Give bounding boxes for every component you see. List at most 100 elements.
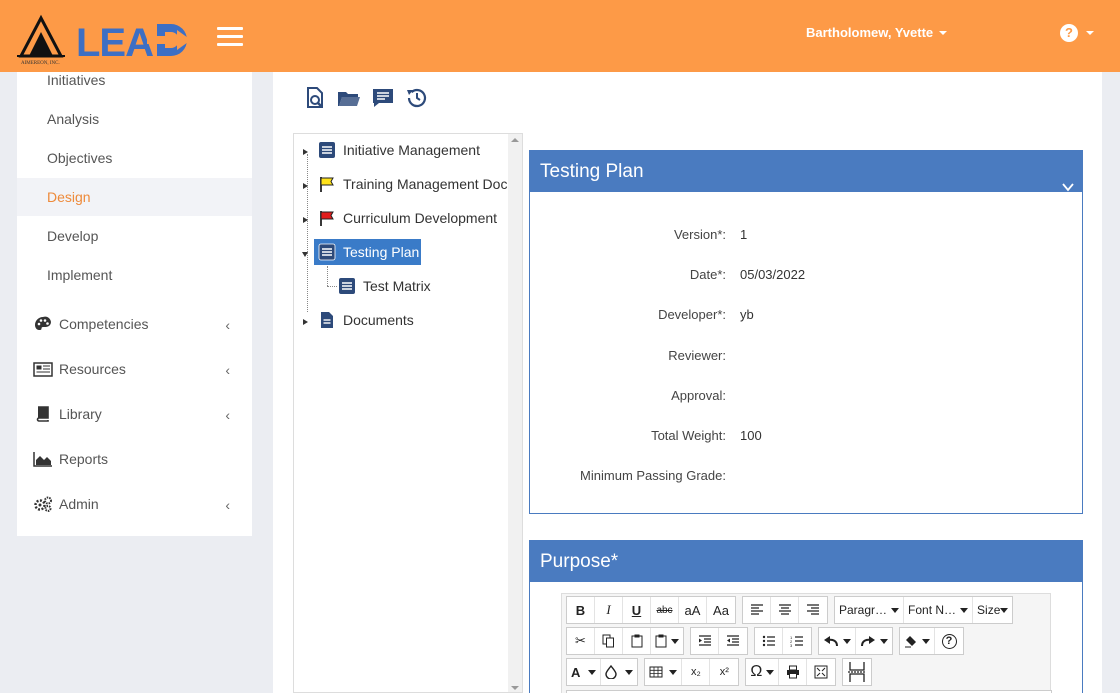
testing-plan-card: Testing Plan Version*: 1 Date*: 05/03/20… <box>529 150 1083 514</box>
align-right-button[interactable] <box>799 597 827 623</box>
remove-format-button[interactable] <box>900 628 935 654</box>
chevron-down-icon <box>1086 31 1094 35</box>
bullet-list-icon <box>762 635 775 647</box>
field-minimum-passing-grade: Minimum Passing Grade: <box>530 465 1084 485</box>
field-label: Date*: <box>689 267 726 282</box>
tree-node-testing-plan[interactable]: Testing Plan <box>314 239 422 265</box>
document-tree: Initiative Management Training Managemen… <box>293 133 523 693</box>
tree-node-test-matrix[interactable]: Test Matrix <box>338 273 431 299</box>
tree-node-label: Training Management Doc <box>343 176 508 192</box>
card-title: Purpose* <box>540 551 619 572</box>
expand-icon[interactable] <box>303 149 308 155</box>
open-folder-icon[interactable] <box>337 86 361 110</box>
special-character-dropdown[interactable]: Ω <box>746 659 780 685</box>
copy-button[interactable] <box>595 628 623 654</box>
scroll-down-icon[interactable] <box>511 686 519 690</box>
card-header: Testing Plan <box>530 151 1082 192</box>
tree-node-label: Documents <box>343 312 414 328</box>
chevron-down-icon[interactable] <box>1062 166 1074 192</box>
tree-node-label: Testing Plan <box>343 244 420 260</box>
bullet-list-button[interactable] <box>755 628 783 654</box>
font-name-dropdown[interactable]: Font N… <box>904 597 974 623</box>
sidebar-item-resources[interactable]: Resources ‹ <box>17 349 252 389</box>
palette-icon <box>33 316 53 332</box>
expand-icon[interactable] <box>303 319 308 325</box>
subscript-button[interactable]: x₂ <box>682 659 711 685</box>
paste-button[interactable] <box>623 628 651 654</box>
font-size-dropdown[interactable]: Size <box>973 597 1012 623</box>
titlecase-button[interactable]: Aa <box>707 597 735 623</box>
purpose-card: Purpose* B I U abc aA Aa Paragr… Font N…… <box>529 540 1083 693</box>
fullscreen-button[interactable] <box>807 659 835 685</box>
collapse-icon[interactable] <box>302 252 308 257</box>
tree-node-documents[interactable]: Documents <box>318 307 414 333</box>
dropdown-label: Size <box>977 603 1001 617</box>
droplet-icon <box>605 665 618 679</box>
scroll-up-icon[interactable] <box>511 138 519 142</box>
comments-icon[interactable] <box>371 86 395 110</box>
underline-button[interactable]: U <box>623 597 651 623</box>
undo-button[interactable] <box>819 628 856 654</box>
redo-button[interactable] <box>856 628 892 654</box>
document-list-icon <box>318 141 336 159</box>
printer-icon <box>786 665 799 679</box>
sidebar-item-label: Competencies <box>59 316 149 332</box>
sidebar-item-implement[interactable]: Implement <box>17 256 252 294</box>
paragraph-format-dropdown[interactable]: Paragr… <box>835 597 905 623</box>
user-menu-dropdown[interactable]: Bartholomew, Yvette <box>806 25 948 40</box>
expand-icon[interactable] <box>303 217 308 223</box>
menu-toggle-button[interactable] <box>217 27 243 47</box>
sidebar-item-label: Library <box>59 406 102 422</box>
sidebar-item-competencies[interactable]: Competencies ‹ <box>17 304 252 344</box>
field-label: Minimum Passing Grade: <box>580 468 726 483</box>
help-menu-dropdown[interactable]: ? <box>1060 24 1094 42</box>
sidebar-item-library[interactable]: Library ‹ <box>17 394 252 434</box>
sidebar-item-admin[interactable]: Admin ‹ <box>17 484 252 524</box>
italic-button[interactable]: I <box>595 597 623 623</box>
align-left-button[interactable] <box>743 597 771 623</box>
tree-scrollbar[interactable] <box>508 134 522 692</box>
outdent-button[interactable] <box>719 628 747 654</box>
tree-node-initiative-management[interactable]: Initiative Management <box>318 137 480 163</box>
cut-button[interactable]: ✂ <box>567 628 595 654</box>
lead-logo[interactable]: AIMEREON, INC. LEA <box>17 12 197 68</box>
numbered-list-button[interactable]: 123 <box>783 628 811 654</box>
eraser-icon <box>905 636 916 648</box>
background-color-dropdown[interactable] <box>601 659 637 685</box>
card-title: Testing Plan <box>540 161 644 182</box>
page-break-button[interactable] <box>843 659 871 685</box>
lowercase-button[interactable]: aA <box>679 597 707 623</box>
help-icon: ? <box>941 633 957 649</box>
insert-table-dropdown[interactable] <box>645 659 683 685</box>
field-developer: Developer*: yb <box>530 304 1084 324</box>
sidebar-item-objectives[interactable]: Objectives <box>17 139 252 177</box>
yellow-flag-icon <box>318 175 336 193</box>
svg-text:LEA: LEA <box>76 21 153 65</box>
expand-icon[interactable] <box>303 183 308 189</box>
align-center-button[interactable] <box>771 597 799 623</box>
rich-text-editor: B I U abc aA Aa Paragr… Font N… Size ✂ 1… <box>561 593 1052 693</box>
tree-node-training-management[interactable]: Training Management Doc <box>318 171 507 197</box>
tree-node-label: Initiative Management <box>343 142 480 158</box>
main-content: Initiative Management Training Managemen… <box>273 72 1102 693</box>
preview-document-icon[interactable] <box>303 86 327 110</box>
align-center-icon <box>778 604 791 615</box>
numbered-list-icon: 123 <box>790 635 803 647</box>
strikethrough-button[interactable]: abc <box>651 597 679 623</box>
sidebar-item-design[interactable]: Design <box>17 178 252 216</box>
card-header: Purpose* <box>530 541 1082 582</box>
history-icon[interactable] <box>405 86 429 110</box>
field-label: Developer*: <box>658 307 726 322</box>
tree-node-curriculum-development[interactable]: Curriculum Development <box>318 205 497 231</box>
editor-help-button[interactable]: ? <box>935 628 963 654</box>
sidebar-item-analysis[interactable]: Analysis <box>17 100 252 138</box>
sidebar-item-reports[interactable]: Reports <box>17 439 252 479</box>
sidebar-item-develop[interactable]: Develop <box>17 217 252 255</box>
sidebar-item-initiatives[interactable]: Initiatives <box>17 61 252 99</box>
font-color-dropdown[interactable]: A <box>567 659 602 685</box>
indent-button[interactable] <box>691 628 719 654</box>
bold-button[interactable]: B <box>567 597 595 623</box>
print-button[interactable] <box>779 659 808 685</box>
superscript-button[interactable]: x² <box>710 659 738 685</box>
paste-special-dropdown[interactable] <box>651 628 683 654</box>
